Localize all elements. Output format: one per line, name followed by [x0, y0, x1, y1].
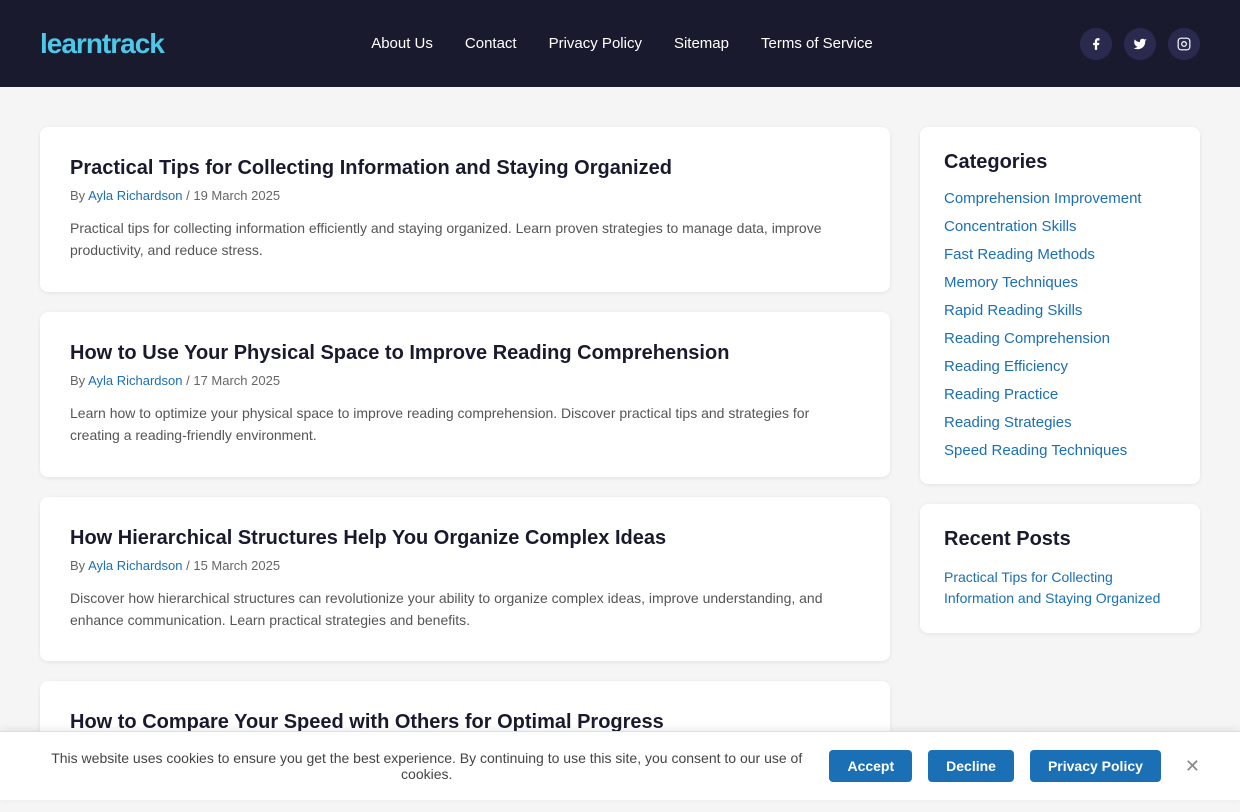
nav-sitemap[interactable]: Sitemap: [674, 35, 729, 52]
list-item: Comprehension Improvement: [944, 190, 1176, 208]
list-item: Fast Reading Methods: [944, 246, 1176, 264]
list-item: Reading Practice: [944, 386, 1176, 404]
category-list: Comprehension Improvement Concentration …: [944, 190, 1176, 460]
article-excerpt: Learn how to optimize your physical spac…: [70, 402, 860, 447]
site-header: learntrack About Us Contact Privacy Poli…: [0, 0, 1240, 87]
category-link-reading-efficiency[interactable]: Reading Efficiency: [944, 358, 1068, 375]
article-title: How to Use Your Physical Space to Improv…: [70, 342, 860, 365]
recent-posts-section: Recent Posts Practical Tips for Collecti…: [920, 504, 1200, 633]
close-cookie-banner-button[interactable]: ✕: [1185, 756, 1200, 777]
nav-contact[interactable]: Contact: [465, 35, 517, 52]
facebook-icon[interactable]: [1080, 28, 1112, 60]
social-icons-group: [1080, 28, 1200, 60]
instagram-icon[interactable]: [1168, 28, 1200, 60]
nav-privacy-policy[interactable]: Privacy Policy: [549, 35, 642, 52]
article-card: Practical Tips for Collecting Informatio…: [40, 127, 890, 292]
accept-cookies-button[interactable]: Accept: [829, 750, 912, 782]
category-link-fast-reading-methods[interactable]: Fast Reading Methods: [944, 246, 1095, 263]
nav-about-us[interactable]: About Us: [371, 35, 433, 52]
article-date: 17 March 2025: [193, 373, 280, 388]
site-logo: learntrack: [40, 28, 164, 60]
cookie-text: This website uses cookies to ensure you …: [40, 750, 813, 782]
category-link-reading-practice[interactable]: Reading Practice: [944, 386, 1058, 403]
category-link-rapid-reading-skills[interactable]: Rapid Reading Skills: [944, 302, 1082, 319]
category-link-concentration-skills[interactable]: Concentration Skills: [944, 218, 1077, 235]
recent-post-link[interactable]: Practical Tips for Collecting Informatio…: [944, 569, 1160, 606]
list-item: Reading Comprehension: [944, 330, 1176, 348]
article-meta: By Ayla Richardson / 17 March 2025: [70, 373, 860, 388]
categories-section: Categories Comprehension Improvement Con…: [920, 127, 1200, 484]
category-link-speed-reading-techniques[interactable]: Speed Reading Techniques: [944, 442, 1127, 459]
twitter-icon[interactable]: [1124, 28, 1156, 60]
sidebar: Categories Comprehension Improvement Con…: [920, 127, 1200, 772]
categories-title: Categories: [944, 151, 1176, 174]
article-title: How Hierarchical Structures Help You Org…: [70, 527, 860, 550]
main-content: Practical Tips for Collecting Informatio…: [40, 127, 890, 772]
article-date: 19 March 2025: [193, 188, 280, 203]
article-author-link[interactable]: Ayla Richardson: [88, 373, 182, 388]
article-meta: By Ayla Richardson / 15 March 2025: [70, 558, 860, 573]
article-card: How Hierarchical Structures Help You Org…: [40, 497, 890, 662]
article-author-link[interactable]: Ayla Richardson: [88, 558, 182, 573]
page-container: Practical Tips for Collecting Informatio…: [20, 127, 1220, 772]
recent-posts-title: Recent Posts: [944, 528, 1176, 551]
category-link-reading-strategies[interactable]: Reading Strategies: [944, 414, 1072, 431]
privacy-policy-cookies-button[interactable]: Privacy Policy: [1030, 750, 1161, 782]
list-item: Rapid Reading Skills: [944, 302, 1176, 320]
list-item: Reading Efficiency: [944, 358, 1176, 376]
article-author-link[interactable]: Ayla Richardson: [88, 188, 182, 203]
article-meta: By Ayla Richardson / 19 March 2025: [70, 188, 860, 203]
nav-terms-of-service[interactable]: Terms of Service: [761, 35, 873, 52]
article-excerpt: Discover how hierarchical structures can…: [70, 587, 860, 632]
article-title: Practical Tips for Collecting Informatio…: [70, 157, 860, 180]
article-date: 15 March 2025: [193, 558, 280, 573]
category-link-comprehension-improvement[interactable]: Comprehension Improvement: [944, 190, 1142, 207]
decline-cookies-button[interactable]: Decline: [928, 750, 1014, 782]
article-card: How to Use Your Physical Space to Improv…: [40, 312, 890, 477]
category-link-memory-techniques[interactable]: Memory Techniques: [944, 274, 1078, 291]
list-item: Concentration Skills: [944, 218, 1176, 236]
list-item: Reading Strategies: [944, 414, 1176, 432]
category-link-reading-comprehension[interactable]: Reading Comprehension: [944, 330, 1110, 347]
main-nav: About Us Contact Privacy Policy Sitemap …: [371, 35, 873, 52]
logo-text: learntrack: [40, 28, 164, 59]
list-item: Memory Techniques: [944, 274, 1176, 292]
list-item: Speed Reading Techniques: [944, 442, 1176, 460]
cookie-banner: This website uses cookies to ensure you …: [0, 731, 1240, 800]
article-excerpt: Practical tips for collecting informatio…: [70, 217, 860, 262]
